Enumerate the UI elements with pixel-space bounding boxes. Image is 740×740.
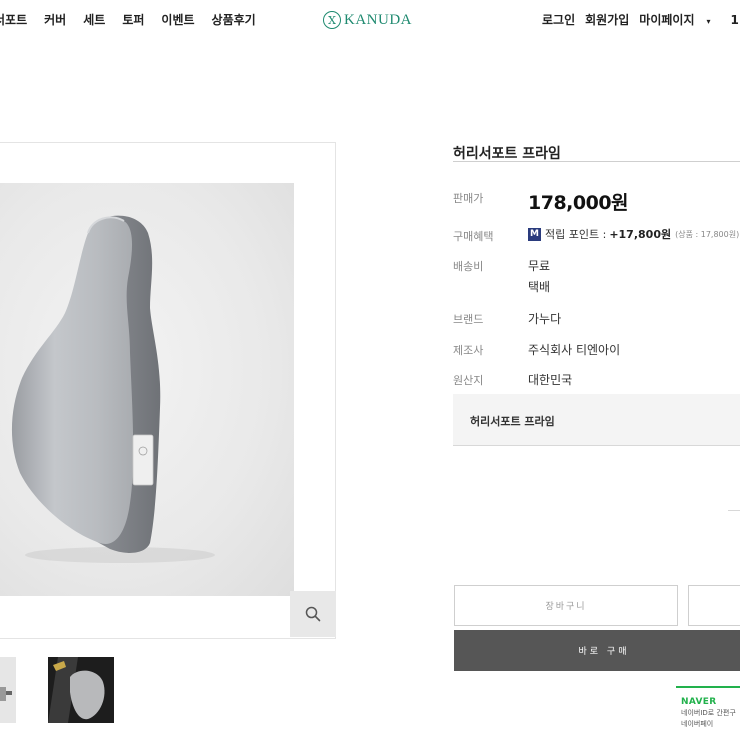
benefit-amount: +17,800원 bbox=[609, 228, 672, 241]
nav-item-set[interactable]: 세트 bbox=[83, 10, 105, 30]
benefit-label: 구매혜택 bbox=[453, 230, 494, 243]
mypage-link[interactable]: 마이페이지 ▾ bbox=[639, 10, 720, 30]
wishlist-button[interactable] bbox=[688, 585, 740, 626]
logo-mark-icon: X bbox=[323, 11, 341, 29]
shipping-label: 배송비 bbox=[453, 260, 484, 273]
login-link[interactable]: 로그인 bbox=[542, 10, 575, 30]
thumbnail-1[interactable] bbox=[0, 657, 16, 723]
join-link[interactable]: 회원가입 bbox=[585, 10, 629, 30]
selected-option-title: 허리서포트 프라임 bbox=[470, 415, 555, 428]
brand-label: 브랜드 bbox=[453, 313, 484, 326]
magnifier-icon bbox=[305, 606, 321, 622]
product-title: 허리서포트 프라임 bbox=[453, 146, 561, 162]
side-divider bbox=[728, 510, 740, 511]
thumbnail-2-image bbox=[48, 657, 114, 723]
add-to-cart-button[interactable]: 장바구니 bbox=[454, 585, 678, 626]
benefit-subtext: (상품 : 17,800원) bbox=[675, 229, 740, 239]
origin-value: 대한민국 bbox=[528, 373, 573, 387]
naver-pay-widget[interactable]: NAVER 네이버ID로 간편구 네이버페이 bbox=[676, 686, 740, 740]
chevron-down-icon: ▾ bbox=[706, 17, 711, 26]
benefit-text: 적립 포인트 : bbox=[545, 228, 607, 241]
naver-pay-text: 네이버페이 bbox=[681, 720, 714, 728]
buy-now-button[interactable]: 바로 구매 bbox=[454, 630, 740, 671]
membership-badge-icon: M bbox=[528, 227, 541, 241]
utility-extra[interactable]: 1 bbox=[731, 10, 739, 30]
lumbar-cushion-image bbox=[11, 215, 215, 563]
price-label: 판매가 bbox=[453, 192, 484, 205]
price-value: 178,000원 bbox=[528, 192, 629, 214]
selected-option-box: 허리서포트 프라임 bbox=[453, 394, 740, 446]
zoom-button[interactable] bbox=[290, 591, 336, 637]
naver-login-text: 네이버ID로 간편구 bbox=[681, 709, 736, 717]
thumbnail-1-image bbox=[0, 687, 12, 701]
nav-item-reviews[interactable]: 상품후기 bbox=[212, 10, 256, 30]
origin-label: 원산지 bbox=[453, 374, 484, 387]
mypage-label: 마이페이지 bbox=[639, 13, 695, 27]
thumbnail-2[interactable] bbox=[48, 657, 114, 723]
nav-item-event[interactable]: 이벤트 bbox=[161, 10, 194, 30]
nav-item-cover[interactable]: 커버 bbox=[44, 10, 66, 30]
naver-logo: NAVER bbox=[681, 697, 717, 707]
maker-label: 제조사 bbox=[453, 344, 484, 357]
product-photo bbox=[0, 183, 294, 596]
brand-value: 가누다 bbox=[528, 312, 562, 326]
title-divider bbox=[453, 161, 740, 162]
nav-item-support[interactable]: 서포트 bbox=[0, 10, 27, 30]
benefit-info: M 적립 포인트 : +17,800원 (상품 : 17,800원) bbox=[528, 226, 739, 242]
main-nav: 서포트 커버 세트 토퍼 이벤트 상품후기 bbox=[0, 10, 273, 30]
maker-value: 주식회사 티엔아이 bbox=[528, 343, 621, 357]
brand-logo[interactable]: X KANUDA bbox=[323, 10, 412, 30]
utility-menu: 로그인 회원가입 마이페이지 ▾ 1 bbox=[542, 10, 740, 30]
shipping-method: 택배 bbox=[528, 280, 551, 294]
logo-text: KANUDA bbox=[344, 11, 412, 28]
nav-item-topper[interactable]: 토퍼 bbox=[122, 10, 144, 30]
shipping-value: 무료 bbox=[528, 259, 551, 273]
